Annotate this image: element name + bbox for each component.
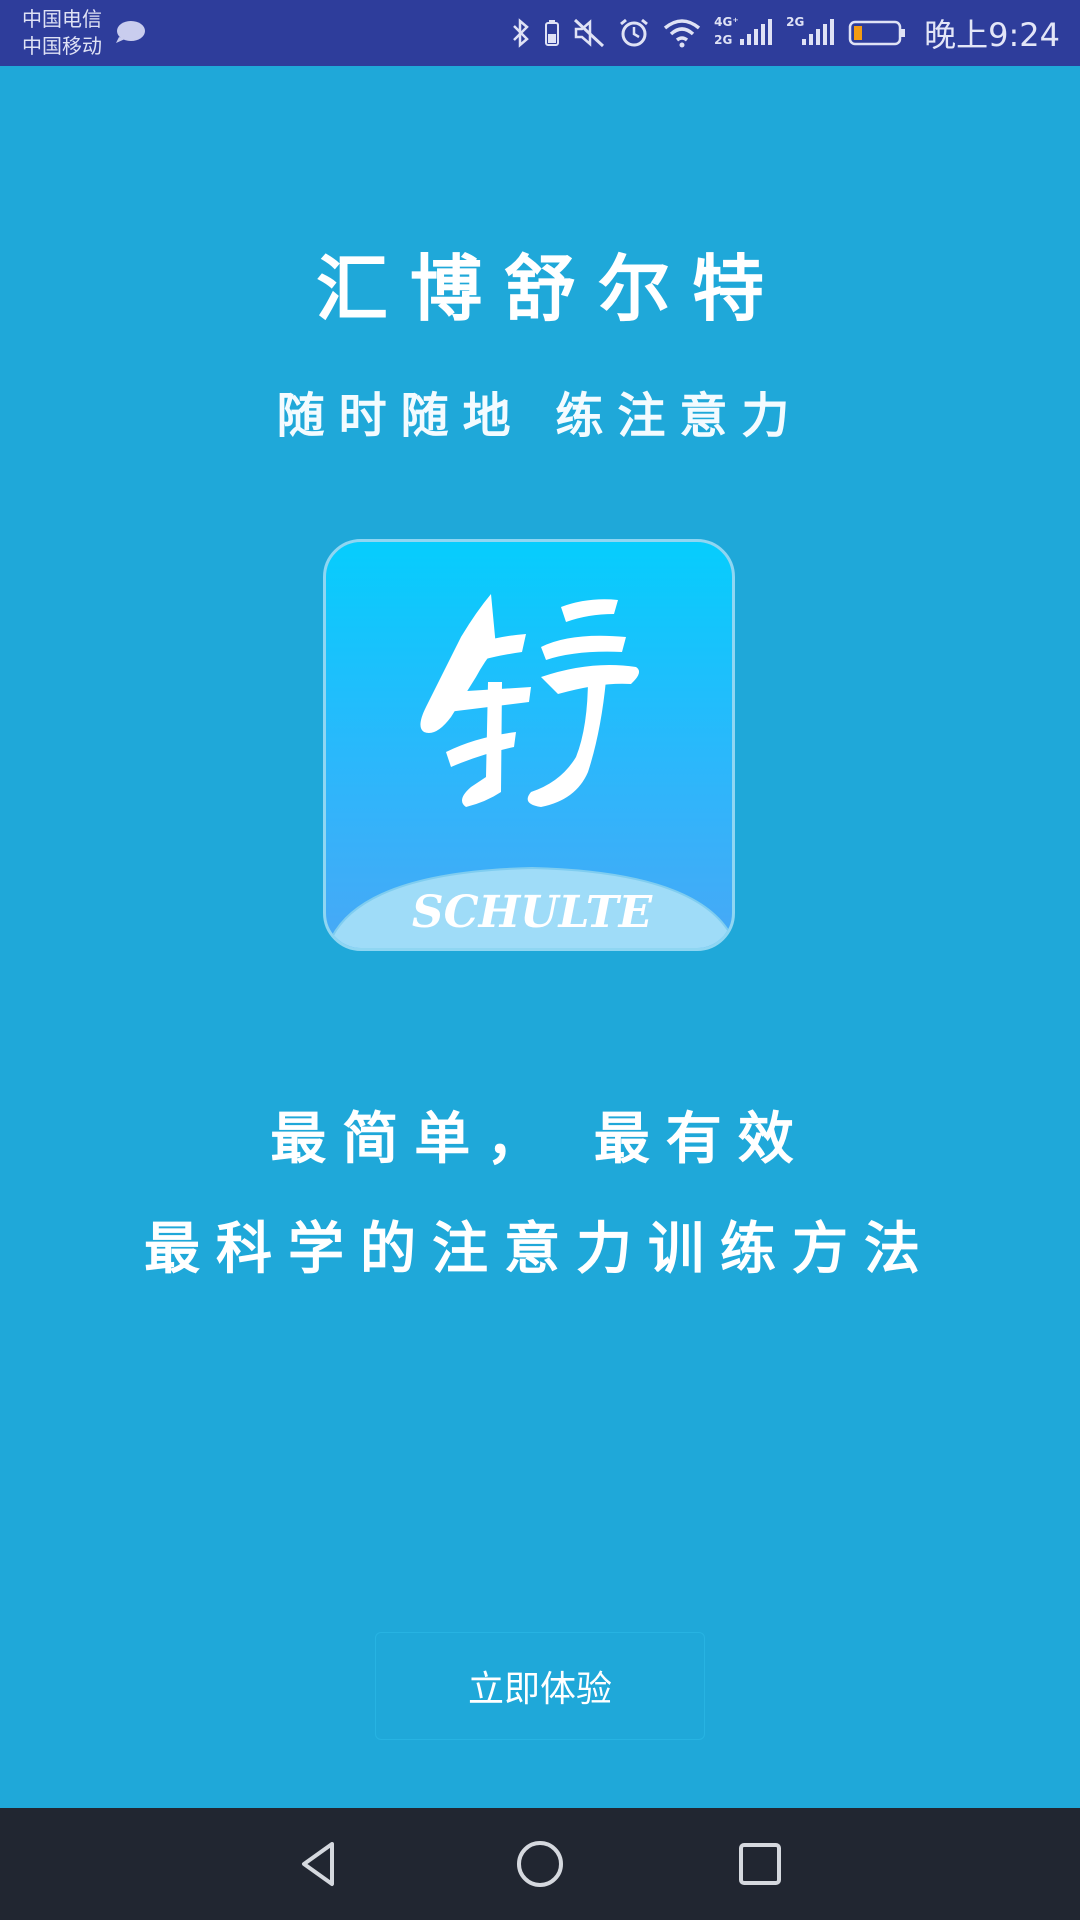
subtitle: 随时随地 练注意力 xyxy=(276,388,804,444)
battery-icon xyxy=(848,20,906,46)
status-icons: 4G⁺ 2G 2G 晚上9:24 xyxy=(510,0,1060,66)
tagline-1: 最简单， 最有效 xyxy=(270,1107,810,1172)
back-icon[interactable] xyxy=(292,1836,348,1892)
alarm-icon xyxy=(620,18,649,47)
signal-icon-2: 2G xyxy=(786,13,836,53)
message-icon xyxy=(116,21,145,43)
status-bar: 中国电信 中国移动 4G⁺ 2G 2G 晚上9:24 xyxy=(0,0,1080,66)
bluetooth-icon xyxy=(513,18,529,48)
network-label-1: 4G⁺ xyxy=(714,15,739,29)
start-button[interactable]: 立即体验 xyxy=(375,1632,705,1740)
battery-small-icon xyxy=(545,20,560,46)
logo-text: SCHULTE xyxy=(412,887,654,938)
signal-icon-1: 4G⁺ 2G xyxy=(714,13,774,53)
tagline-2: 最科学的注意力训练方法 xyxy=(144,1217,936,1282)
app-logo: SCHULTE xyxy=(323,539,735,951)
app-title: 汇博舒尔特 xyxy=(315,247,786,331)
carrier-labels: 中国电信 中国移动 xyxy=(22,6,102,60)
mute-icon xyxy=(574,18,605,48)
clock: 晚上9:24 xyxy=(924,16,1060,54)
navigation-bar xyxy=(0,1808,1080,1920)
network-label-2: 2G xyxy=(714,33,733,47)
wifi-icon xyxy=(664,19,701,48)
shu-calligraphy-icon: SCHULTE xyxy=(331,594,732,948)
carrier-1: 中国电信 xyxy=(22,7,102,31)
recents-icon[interactable] xyxy=(732,1836,788,1892)
carrier-2: 中国移动 xyxy=(22,34,102,58)
home-icon[interactable] xyxy=(512,1836,568,1892)
